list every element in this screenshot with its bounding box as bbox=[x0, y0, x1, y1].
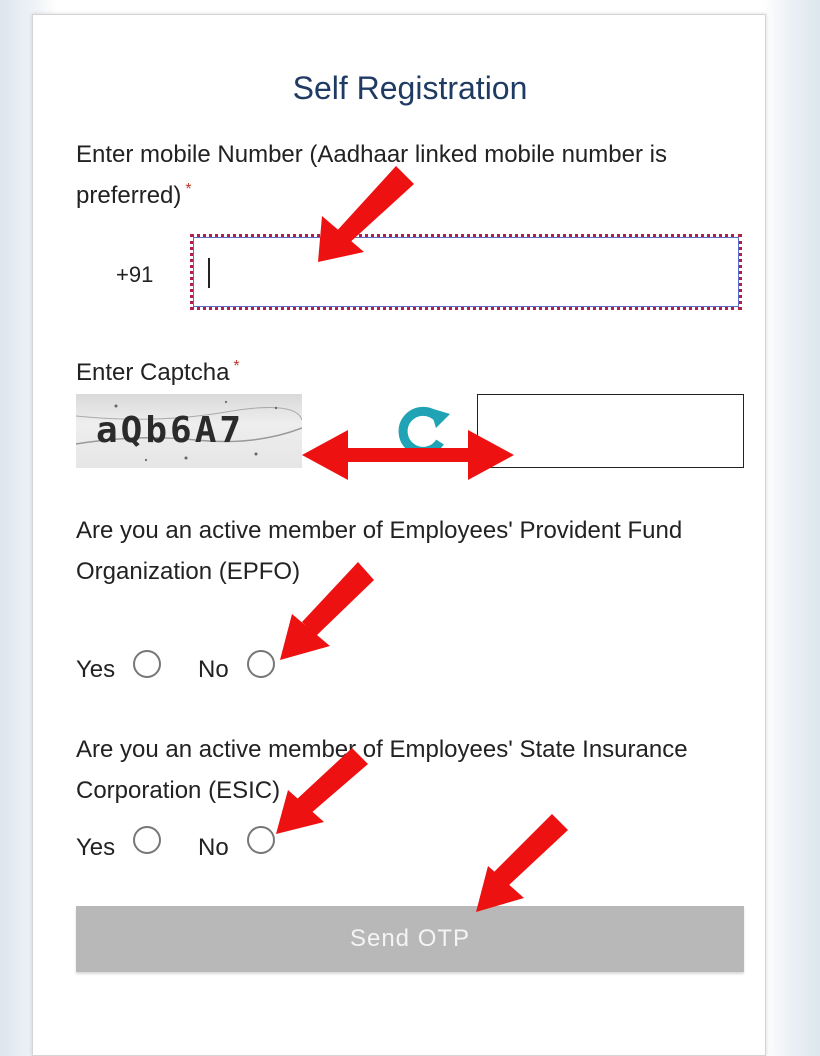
esic-no-label: No bbox=[198, 834, 229, 861]
mobile-required-mark: * bbox=[185, 181, 192, 198]
epfo-yes-label: Yes bbox=[76, 656, 116, 683]
captcha-label: Enter Captcha * bbox=[76, 352, 240, 393]
page-title: Self Registration bbox=[292, 70, 528, 106]
send-otp-button[interactable]: Send OTP bbox=[76, 906, 744, 972]
captcha-required-mark: * bbox=[233, 358, 240, 375]
epfo-no-label: No bbox=[198, 656, 229, 683]
esic-yes-radio[interactable] bbox=[133, 826, 161, 854]
esic-question: Are you an active member of Employees' S… bbox=[76, 736, 688, 804]
esic-yes-label: Yes bbox=[76, 834, 116, 861]
captcha-input[interactable] bbox=[477, 394, 744, 468]
esic-no-radio[interactable] bbox=[247, 826, 275, 854]
epfo-no-radio[interactable] bbox=[247, 650, 275, 678]
captcha-label-text: Enter Captcha bbox=[76, 359, 230, 386]
mobile-label-text: Enter mobile Number (Aadhaar linked mobi… bbox=[76, 141, 667, 209]
mobile-label: Enter mobile Number (Aadhaar linked mobi… bbox=[76, 134, 716, 216]
captcha-text: aQb6A7 bbox=[96, 410, 245, 451]
refresh-icon bbox=[398, 406, 450, 456]
text-caret bbox=[208, 258, 210, 288]
country-code: +91 bbox=[116, 262, 154, 287]
epfo-yes-radio[interactable] bbox=[133, 650, 161, 678]
mobile-input[interactable] bbox=[190, 234, 742, 310]
captcha-image: aQb6A7 bbox=[76, 394, 302, 468]
refresh-captcha-button[interactable] bbox=[394, 402, 458, 458]
epfo-question: Are you an active member of Employees' P… bbox=[76, 517, 683, 585]
